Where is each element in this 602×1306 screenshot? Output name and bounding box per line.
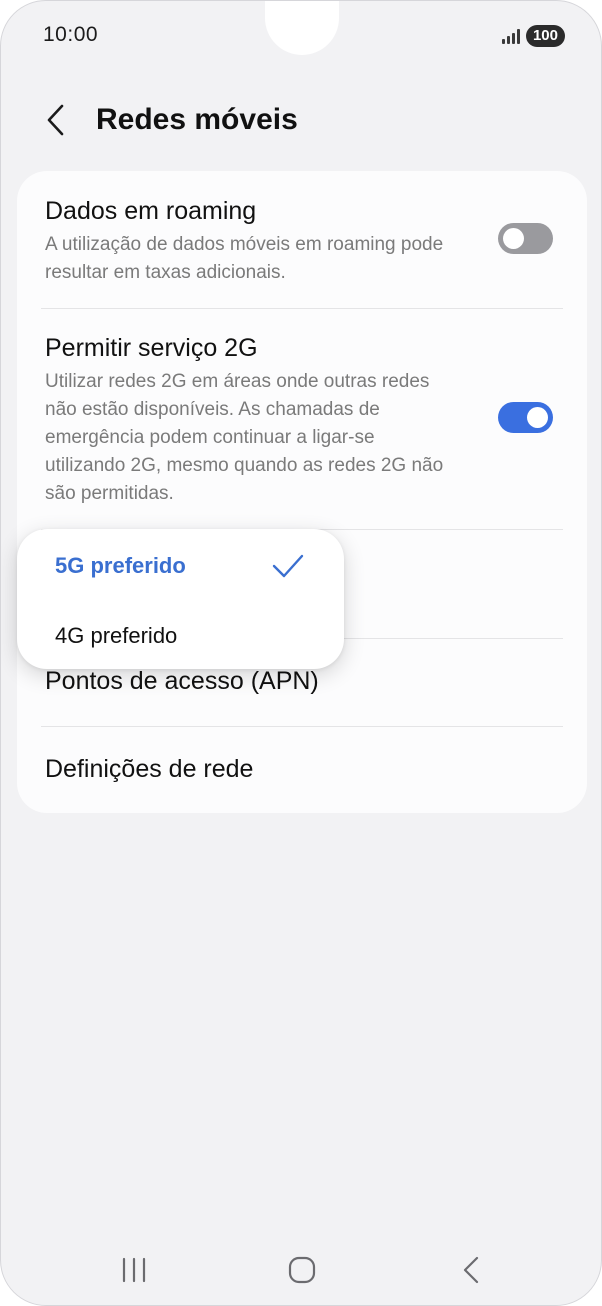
option-4g-preferred[interactable]: 4G preferido — [17, 601, 344, 671]
page-title: Redes móveis — [96, 103, 298, 136]
divider — [41, 308, 563, 309]
app-header: Redes móveis — [1, 97, 601, 147]
recent-apps-icon[interactable] — [114, 1253, 154, 1287]
network-settings-title: Definições de rede — [45, 755, 254, 783]
status-icons: 100 — [501, 25, 565, 47]
status-time: 10:00 — [43, 23, 99, 46]
roaming-toggle[interactable] — [498, 223, 553, 254]
service-2g-description: Utilizar redes 2G em áreas onde outras r… — [45, 371, 444, 504]
network-mode-popup: 5G preferido 4G preferido — [17, 529, 344, 669]
apn-title: Pontos de acesso (APN) — [45, 667, 319, 695]
camera-notch — [265, 1, 339, 55]
toggle-knob — [527, 407, 548, 428]
check-icon — [272, 554, 304, 578]
toggle-knob — [503, 228, 524, 249]
home-icon[interactable] — [282, 1253, 322, 1287]
divider — [41, 726, 563, 727]
phone-screen: 10:00 100 Redes móveis Dados em roaming … — [0, 0, 602, 1306]
roaming-description: A utilização de dados móveis em roaming … — [45, 234, 444, 283]
service-2g-toggle[interactable] — [498, 402, 553, 433]
roaming-title: Dados em roaming — [45, 197, 257, 225]
option-label: 4G preferido — [55, 623, 178, 648]
chevron-left-icon[interactable] — [41, 103, 71, 137]
battery-icon: 100 — [525, 25, 565, 47]
signal-icon — [501, 28, 520, 44]
navigation-bar — [1, 1241, 601, 1301]
option-label: 5G preferido — [55, 553, 186, 578]
settings-card: Dados em roaming A utilização de dados m… — [17, 171, 587, 813]
option-5g-preferred[interactable]: 5G preferido — [17, 531, 344, 601]
service-2g-title: Permitir serviço 2G — [45, 334, 258, 362]
back-icon[interactable] — [451, 1253, 491, 1287]
